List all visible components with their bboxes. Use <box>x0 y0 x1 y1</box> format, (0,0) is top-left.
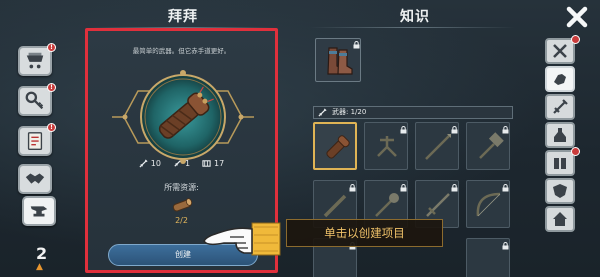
dagger-stat-icon <box>174 160 181 167</box>
bow-icon <box>476 192 501 217</box>
knowledge-cell-spear[interactable] <box>415 122 459 170</box>
category-defense[interactable] <box>545 178 575 204</box>
mace-icon <box>375 193 399 217</box>
pointing-hand-icon <box>203 222 281 256</box>
shield-icon <box>553 184 567 198</box>
badge-dot <box>571 147 580 156</box>
knowledge-grid <box>313 122 513 277</box>
crossed-tools-icon <box>553 44 567 58</box>
item-stats: 10 1 17 <box>88 159 275 168</box>
craft-title: 拜拜 <box>168 9 198 25</box>
lock-icon <box>502 242 509 250</box>
sword-icon <box>553 99 568 114</box>
stat-damage: 10 <box>139 159 161 168</box>
item-description: 最简单的武器。但它赤手道更好。 <box>132 47 231 55</box>
badge-dot <box>571 35 580 44</box>
knowledge-cell-locked[interactable] <box>466 238 510 277</box>
lock-icon <box>502 184 509 192</box>
player-level: 2 <box>36 244 48 263</box>
spear-icon <box>425 134 451 160</box>
category-weapons[interactable] <box>545 66 575 92</box>
required-resources-label: 所需资源: <box>164 183 199 192</box>
category-armor[interactable] <box>545 147 580 176</box>
boots-icon <box>327 47 353 75</box>
fist-weapon-icon <box>326 135 350 159</box>
category-header: 武器: 1/20 <box>313 106 513 119</box>
sidebar-item-quests[interactable]: ! <box>18 123 56 156</box>
handshake-icon <box>25 173 45 184</box>
category-buildings[interactable] <box>545 206 575 232</box>
badge-dot: ! <box>47 43 56 52</box>
stat-durability: 17 <box>202 159 224 168</box>
tutorial-tip: 单击以创建项目 <box>286 219 443 247</box>
lock-icon <box>502 126 509 134</box>
scroll-icon <box>27 132 43 150</box>
lock-icon <box>353 41 360 49</box>
durability-stat-icon <box>202 160 211 167</box>
category-swords[interactable] <box>545 94 575 120</box>
cart-icon <box>26 52 44 69</box>
house-icon <box>553 212 567 226</box>
knowledge-cell-hammer[interactable] <box>466 122 510 170</box>
wood-log-icon <box>172 198 193 212</box>
lock-icon <box>400 184 407 192</box>
knowledge-title: 知识 <box>400 9 430 25</box>
divider <box>310 27 515 28</box>
key-icon <box>25 91 44 110</box>
category-potions[interactable] <box>545 122 575 148</box>
lock-icon <box>400 126 407 134</box>
lock-icon <box>451 184 458 192</box>
sidebar-item-keys[interactable]: ! <box>18 83 56 116</box>
sword-icon <box>426 193 450 217</box>
level-up-icon: ▲ <box>36 262 43 272</box>
knowledge-cell-bow[interactable] <box>466 180 510 228</box>
close-icon[interactable] <box>566 6 588 28</box>
sword-stat-icon <box>139 159 148 168</box>
slingshot-icon <box>377 136 397 157</box>
item-preview-frame <box>112 70 254 164</box>
selected-knowledge-item[interactable] <box>315 38 361 82</box>
knowledge-cell-slingshot[interactable] <box>364 122 408 170</box>
armor-icon <box>554 158 566 169</box>
fist-category-icon <box>554 74 566 85</box>
club-icon <box>323 194 347 218</box>
badge-dot: ! <box>47 123 56 132</box>
sidebar-item-trade[interactable] <box>18 164 52 194</box>
category-tools[interactable] <box>545 35 580 64</box>
sidebar-item-craft[interactable] <box>22 196 56 226</box>
sidebar-item-shop[interactable]: ! <box>18 43 56 76</box>
badge-dot: ! <box>47 83 56 92</box>
lock-icon <box>451 126 458 134</box>
anvil-icon <box>30 206 48 217</box>
potion-icon <box>554 128 566 142</box>
hammer-icon <box>479 132 504 159</box>
lock-icon <box>349 184 356 192</box>
knowledge-cell-fist[interactable] <box>313 122 357 170</box>
sword-icon <box>318 108 327 117</box>
stat-speed: 1 <box>173 159 190 168</box>
